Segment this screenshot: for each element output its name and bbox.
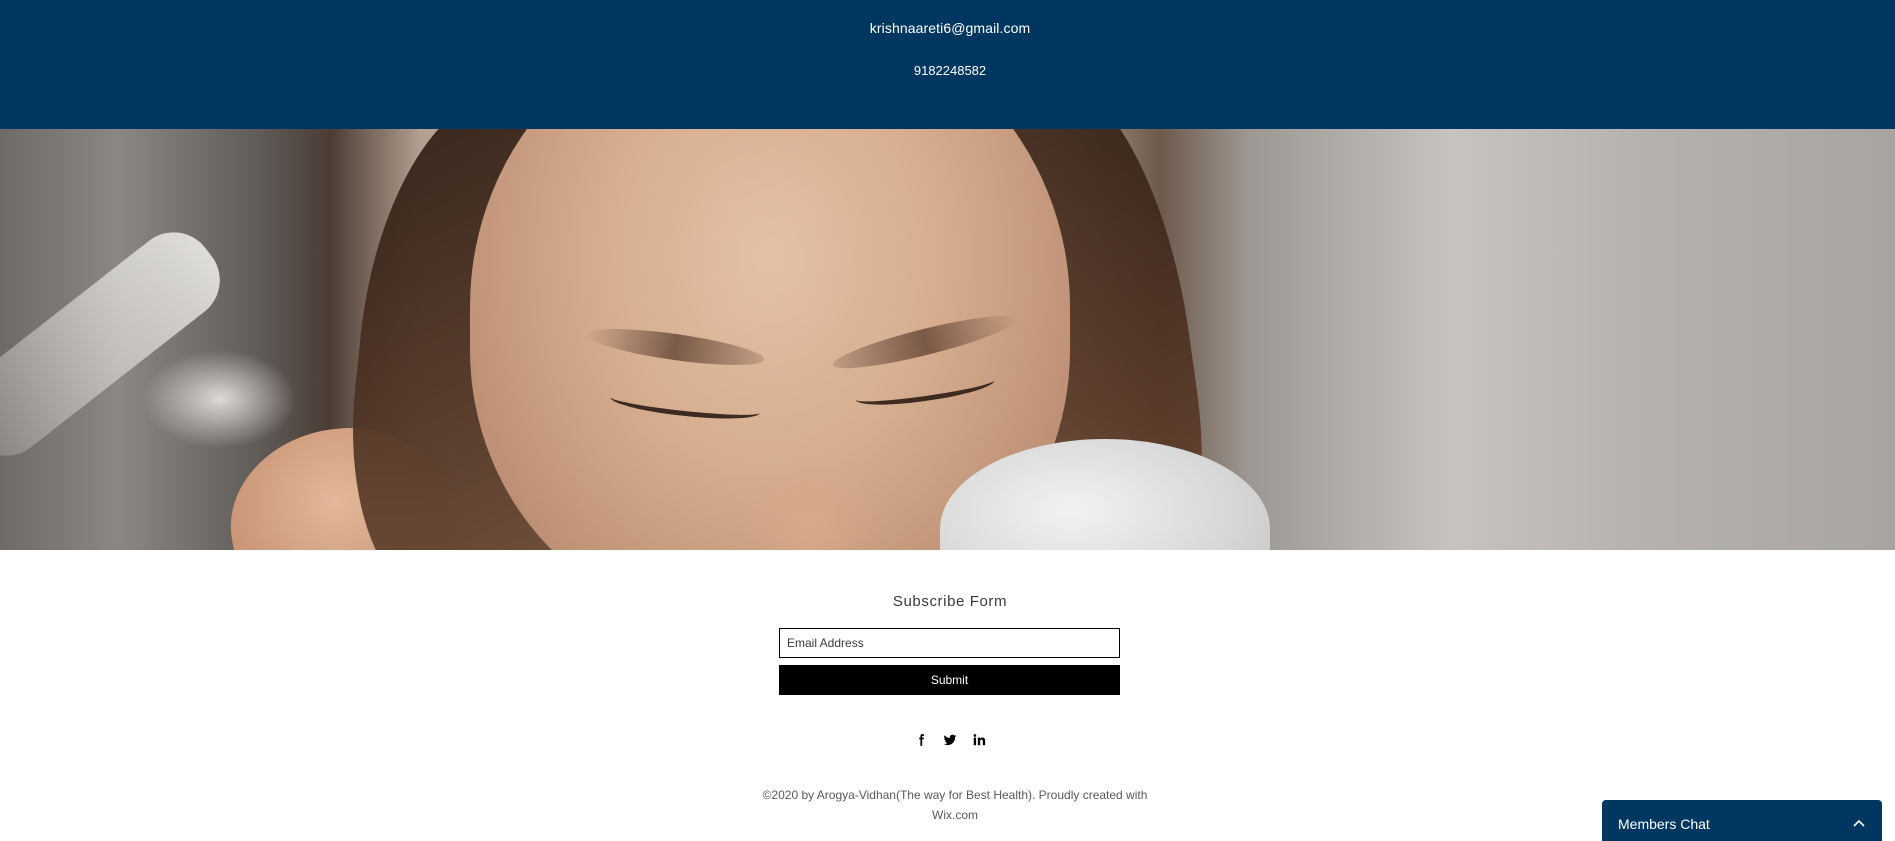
contact-email[interactable]: krishnaareti6@gmail.com [0, 20, 1895, 36]
footer-copyright: ©2020 by Arogya-Vidhan(The way for Best … [762, 788, 1148, 802]
submit-button[interactable]: Submit [779, 665, 1120, 695]
hero-image [0, 129, 1895, 550]
hero-background-shape [0, 216, 236, 472]
contact-header: krishnaareti6@gmail.com 9182248582 [0, 0, 1895, 129]
chevron-up-icon[interactable] [1852, 817, 1866, 831]
facebook-icon[interactable] [912, 731, 930, 749]
twitter-icon[interactable] [941, 731, 959, 749]
contact-phone[interactable]: 9182248582 [0, 63, 1895, 78]
subscribe-title: Subscribe Form [892, 593, 1008, 610]
page: krishnaareti6@gmail.com 9182248582 Subsc… [0, 0, 1895, 841]
linkedin-icon[interactable] [970, 731, 988, 749]
members-chat-label: Members Chat [1618, 815, 1710, 832]
members-chat-widget[interactable]: Members Chat [1602, 800, 1882, 841]
email-field[interactable] [779, 628, 1120, 658]
footer: ©2020 by Arogya-Vidhan(The way for Best … [755, 785, 1155, 825]
footer-wix-link[interactable]: Wix.com [755, 805, 1155, 825]
social-bar [912, 730, 988, 750]
